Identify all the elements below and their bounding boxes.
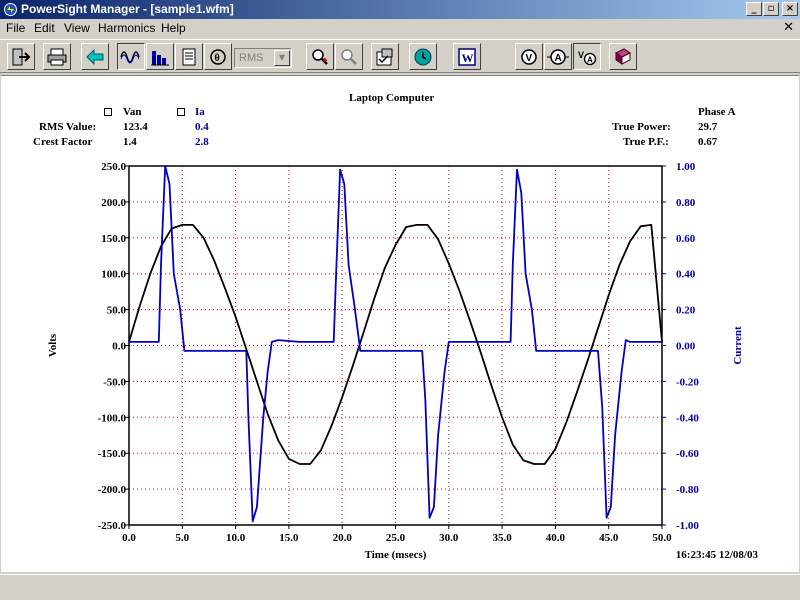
minimize-button[interactable]: _ xyxy=(746,2,762,16)
x-tick-label: 45.0 xyxy=(599,532,619,544)
book-icon xyxy=(615,47,631,65)
report-icon xyxy=(182,48,196,65)
y2-tick-label: -0.60 xyxy=(676,448,699,460)
waveform-chart: 0.0 5.0 10.0 15.0 20.0 25.0 30.0 35.0 40.0 45.0 50… xyxy=(47,161,759,561)
report-button[interactable] xyxy=(175,43,203,70)
y-tick-label: 150.0 xyxy=(101,233,126,245)
y-tick-label: 100.0 xyxy=(101,269,126,281)
y2-tick-label: 0.40 xyxy=(676,269,696,281)
voltage-button[interactable]: V xyxy=(515,43,543,70)
y-tick-label: -50.0 xyxy=(103,376,126,388)
svg-text:V: V xyxy=(578,50,584,60)
y2-tick-label: 0.80 xyxy=(676,197,696,209)
x-tick-label: 20.0 xyxy=(333,532,353,544)
properties-button[interactable] xyxy=(371,43,399,70)
menu-file[interactable]: File xyxy=(6,21,25,35)
y-tick-label: 250.0 xyxy=(101,161,126,173)
close-button[interactable]: × xyxy=(782,2,798,16)
waveform-view-button[interactable] xyxy=(117,43,145,70)
back-button[interactable] xyxy=(81,43,109,70)
x-tick-label: 25.0 xyxy=(386,532,406,544)
menu-help[interactable]: Help xyxy=(161,21,186,35)
y-axis-label: Volts xyxy=(47,333,59,357)
chevron-down-icon[interactable]: ▼ xyxy=(274,50,290,66)
svg-text:A: A xyxy=(587,55,593,64)
x-tick-label: 0.0 xyxy=(122,532,136,544)
y-tick-label: 200.0 xyxy=(101,197,126,209)
series-line-ia xyxy=(129,165,662,523)
rms-select[interactable]: RMS ▼ xyxy=(234,48,292,68)
menu-bar: File Edit View Harmonics Help ✕ xyxy=(0,19,800,38)
menu-edit[interactable]: Edit xyxy=(34,21,55,35)
svg-text:θ: θ xyxy=(215,53,220,64)
maximize-button[interactable]: ▫ xyxy=(763,2,779,16)
app-window: PowerSight Manager - [sample1.wfm] _ ▫ ×… xyxy=(0,0,800,600)
svg-text:A: A xyxy=(555,53,562,64)
properties-icon xyxy=(376,48,393,65)
y2-tick-label: 0.00 xyxy=(676,341,696,353)
exit-button[interactable] xyxy=(7,43,35,70)
menu-harmonics[interactable]: Harmonics xyxy=(98,21,155,35)
y-tick-label: -150.0 xyxy=(98,448,127,460)
rms-select-value: RMS xyxy=(239,52,264,64)
plot-frame xyxy=(128,165,663,526)
x-tick-label: 10.0 xyxy=(226,532,246,544)
svg-text:W: W xyxy=(462,51,474,65)
help-book-button[interactable] xyxy=(609,43,637,70)
zoom-in-icon xyxy=(312,48,328,65)
x-axis-label: Time (msecs) xyxy=(365,549,427,561)
timestamp: 16:23:45 12/08/03 xyxy=(676,549,759,561)
svg-text:V: V xyxy=(526,53,533,64)
waveform-document: Laptop Computer Phase A Van Ia RMS Value… xyxy=(1,75,799,572)
app-icon xyxy=(4,3,17,16)
y2-tick-label: -0.20 xyxy=(676,376,699,388)
y2-tick-label: 0.20 xyxy=(676,305,696,317)
refresh-icon xyxy=(414,48,432,65)
y-tick-label: 0.0 xyxy=(112,341,126,353)
current-icon: A xyxy=(547,48,569,65)
y2-axis-label: Current xyxy=(732,326,744,365)
y2-tick-label: 1.00 xyxy=(676,161,696,173)
y2-tick-label: -0.40 xyxy=(676,412,699,424)
toolbar: θ RMS ▼ W V A VA xyxy=(0,39,800,73)
menu-view[interactable]: View xyxy=(64,21,90,35)
x-tick-label: 15.0 xyxy=(279,532,299,544)
x-tick-label: 5.0 xyxy=(175,532,189,544)
y2-tick-label: -1.00 xyxy=(676,520,699,532)
y2-tick-label: 0.60 xyxy=(676,233,696,245)
x-tick-label: 30.0 xyxy=(439,532,459,544)
voltage-icon: V xyxy=(521,48,537,65)
waveform-icon xyxy=(120,50,140,63)
current-button[interactable]: A xyxy=(544,43,572,70)
zoom-out-icon xyxy=(341,48,357,65)
volt-amp-icon: VA xyxy=(578,50,597,65)
y-tick-label: -100.0 xyxy=(98,412,127,424)
x-tick-label: 35.0 xyxy=(492,532,512,544)
harmonics-bars-icon xyxy=(151,50,169,65)
series-line-van xyxy=(128,223,663,465)
export-word-button[interactable]: W xyxy=(453,43,481,70)
y2-tick-label: -0.80 xyxy=(676,484,699,496)
title-bar[interactable]: PowerSight Manager - [sample1.wfm] _ ▫ × xyxy=(0,0,800,19)
harmonics-view-button[interactable] xyxy=(146,43,174,70)
print-button[interactable] xyxy=(43,43,71,70)
y-tick-label: 50.0 xyxy=(107,305,127,317)
back-arrow-icon xyxy=(86,48,104,65)
zoom-out-button[interactable] xyxy=(335,43,363,70)
x-tick-label: 50.0 xyxy=(652,532,672,544)
exit-icon xyxy=(12,48,31,65)
zoom-in-button[interactable] xyxy=(306,43,334,70)
window-title: PowerSight Manager - [sample1.wfm] xyxy=(21,2,234,16)
y-tick-label: -250.0 xyxy=(98,520,127,532)
refresh-button[interactable] xyxy=(409,43,437,70)
phase-angle-icon: θ xyxy=(210,48,226,65)
x-tick-label: 40.0 xyxy=(546,532,566,544)
word-icon: W xyxy=(458,47,476,66)
y-tick-label: -200.0 xyxy=(98,484,127,496)
print-icon xyxy=(47,48,67,65)
status-bar xyxy=(0,574,800,600)
document-close-icon[interactable]: ✕ xyxy=(783,20,794,35)
phase-angle-button[interactable]: θ xyxy=(204,43,232,70)
volt-amp-button[interactable]: VA xyxy=(573,43,601,70)
